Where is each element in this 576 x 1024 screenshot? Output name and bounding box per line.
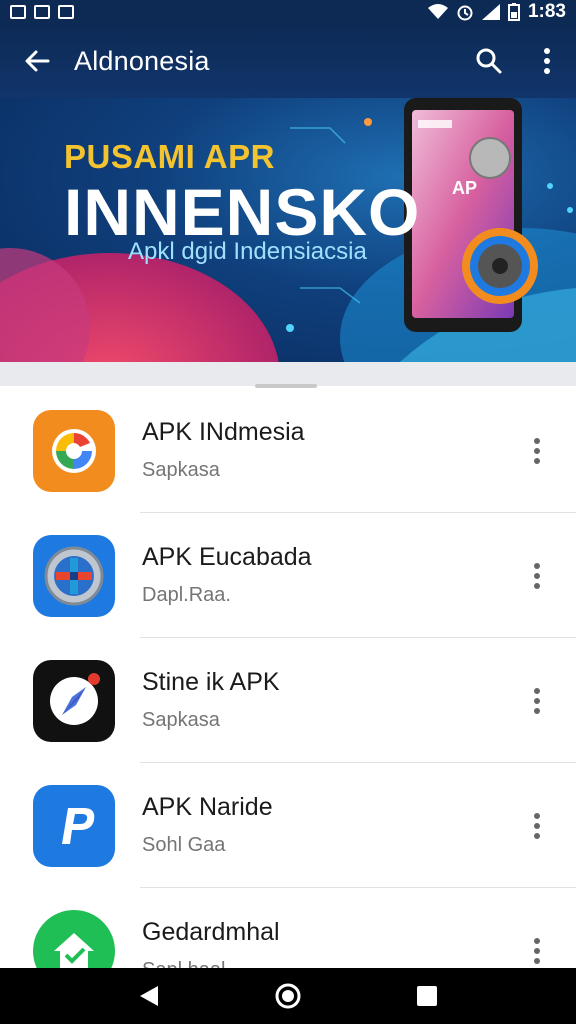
promo-banner[interactable]: PUSAMI APR INNENSKO Apkl dgid Indensiacs… (0, 98, 576, 362)
system-nav-bar (0, 968, 576, 1024)
back-button[interactable] (0, 24, 74, 98)
image-icon (58, 5, 74, 19)
app-bar: Aldnonesia (0, 24, 576, 98)
circle-home-icon (275, 983, 301, 1009)
arrow-left-icon (25, 50, 50, 72)
clock-text: 1:83 (527, 1, 566, 22)
notification-icon (34, 5, 50, 19)
list-item[interactable]: APK Eucabada Dapl.Raa. (0, 513, 576, 638)
gallery-icon (10, 5, 26, 19)
plus-grid-icon (33, 535, 115, 617)
signal-icon (481, 4, 500, 20)
item-more-button[interactable] (520, 426, 554, 476)
more-vert-icon (534, 438, 540, 464)
app-subtitle: Sohl Gaa (142, 834, 226, 856)
more-vert-icon (534, 563, 540, 589)
app-text: APK Eucabada Dapl.Raa. (142, 543, 312, 607)
app-subtitle: Sapkasa (142, 709, 220, 731)
app-text: APK INdmesia Sapkasa (142, 418, 305, 482)
nav-recents-button[interactable] (397, 968, 457, 1024)
nav-back-button[interactable] (119, 968, 179, 1024)
notification-icons (10, 5, 74, 19)
alarm-icon (457, 5, 473, 21)
system-indicators: 1:83 (427, 1, 566, 23)
list-item[interactable]: APK INdmesia Sapkasa (0, 388, 576, 513)
app-subtitle: Sapkasa (142, 459, 220, 481)
banner-subtitle-bottom: Apkl dgid Indensiacsia (128, 238, 367, 265)
app-subtitle: Dapl.Raa. (142, 584, 231, 606)
item-more-button[interactable] (520, 551, 554, 601)
triangle-back-icon (140, 986, 159, 1006)
app-text: Stine ik APK Sapkasa (142, 668, 280, 732)
more-vert-icon (544, 48, 550, 74)
more-vert-icon (534, 938, 540, 964)
phone-screen-label: AP (452, 178, 478, 198)
nav-home-button[interactable] (258, 968, 318, 1024)
list-item[interactable]: Stine ik APK Sapkasa (0, 638, 576, 763)
app-name: Stine ik APK (142, 668, 280, 696)
search-icon (476, 48, 502, 74)
item-more-button[interactable] (520, 801, 554, 851)
more-vert-icon (534, 813, 540, 839)
app-name: Gedardmhal (142, 918, 280, 946)
p-letter-icon (33, 785, 115, 867)
square-recents-icon (416, 986, 437, 1006)
app-list: APK INdmesia Sapkasa APK Eucabada Dapl.R… (0, 388, 576, 1013)
more-vert-icon (534, 688, 540, 714)
page-title: Aldnonesia (74, 45, 210, 76)
compass-icon (33, 660, 115, 742)
item-more-button[interactable] (520, 676, 554, 726)
banner-subtitle-top: PUSAMI APR (64, 138, 275, 175)
app-name: APK Naride (142, 793, 273, 821)
battery-icon (507, 3, 520, 21)
status-bar: 1:83 (0, 0, 576, 24)
overflow-menu-button[interactable] (518, 24, 576, 98)
app-text: APK Naride Sohl Gaa (142, 793, 273, 857)
app-name: APK Eucabada (142, 543, 312, 571)
wifi-icon (427, 4, 448, 19)
list-item[interactable]: APK Naride Sohl Gaa (0, 763, 576, 888)
sheet-divider (0, 362, 576, 386)
search-button[interactable] (460, 24, 518, 98)
google-style-icon (33, 410, 115, 492)
app-name: APK INdmesia (142, 418, 305, 446)
